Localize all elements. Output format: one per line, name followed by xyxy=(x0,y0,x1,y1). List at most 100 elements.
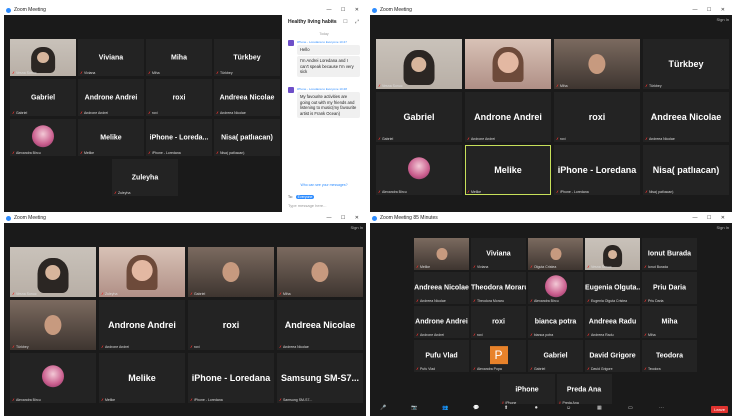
participant-label: ✗Zuleyha xyxy=(101,292,118,296)
toolbar-start-video-button[interactable]: 📷 xyxy=(411,406,417,411)
muted-mic-icon: ✗ xyxy=(644,367,647,371)
muted-mic-icon: ✗ xyxy=(587,367,590,371)
toolbar-more-button[interactable]: ⋯ xyxy=(659,406,664,411)
participant-tile-viviana[interactable]: Viviana ✗Viviana xyxy=(471,238,526,270)
participant-tile-alexandra-bircu[interactable]: ✗Alexandra Bircu xyxy=(10,119,76,156)
participant-tile-vesna-sonuc[interactable]: ✗Vesna Sonuc xyxy=(10,39,76,76)
toolbar-chat-button[interactable]: 💬 xyxy=(473,406,479,411)
participant-tile-andreea-nicolae[interactable]: Andreea Nicolae ✗Andreea Nicolae xyxy=(643,92,729,142)
participant-tile-zuleyha[interactable]: ✗Zuleyha xyxy=(99,247,185,297)
who-can-see-link[interactable]: Who can see your messages? xyxy=(286,183,362,187)
participant-tile-gabriel[interactable]: Gabriel ✗Gabriel xyxy=(528,340,583,372)
participant-tile-melike[interactable]: Melike ✗Melike xyxy=(78,119,144,156)
sign-in-link[interactable]: Sign In xyxy=(717,225,729,230)
window-controls[interactable]: — ☐ ✕ xyxy=(327,214,363,223)
participant-tile-alexandra-bircu[interactable]: ✗Alexandra Bircu xyxy=(10,353,96,403)
participant-tile-nisa-patl-acan[interactable]: Nisa( patlıacan) ✗Nisa( patlıacan) xyxy=(214,119,280,156)
chat-panel: Healthy living habits — ☐ ⤢ Today iPhone… xyxy=(282,15,366,212)
participant-tile-vesna-sonuc[interactable]: ✗Vesna Sonuc xyxy=(585,238,640,270)
leave-button[interactable]: Leave xyxy=(711,406,728,413)
participant-tile-miha[interactable]: ✗Miha xyxy=(554,39,640,89)
sign-in-link[interactable]: Sign In xyxy=(717,17,729,22)
toolbar-reactions-button[interactable]: ☺ xyxy=(566,406,571,411)
muted-mic-icon: ✗ xyxy=(279,292,282,296)
participant-tile-iphone-loredana[interactable]: iPhone - Loredana ✗iPhone - Loredana xyxy=(554,145,640,195)
participant-tile-iphone-loreda[interactable]: iPhone - Loreda... ✗iPhone - Loredana xyxy=(146,119,212,156)
chat-input[interactable]: Type message here... xyxy=(288,203,360,208)
toolbar-participants-button[interactable]: 👥 xyxy=(442,406,448,411)
participant-tile-androne-andrei[interactable]: Androne Andrei ✗Androne Andrei xyxy=(465,92,551,142)
participant-tile-gabriel[interactable]: Gabriel ✗Gabriel xyxy=(10,79,76,116)
window-controls[interactable]: — ☐ ✕ xyxy=(693,6,729,15)
participant-tile-melike[interactable]: Melike ✗Melike xyxy=(465,145,551,195)
participant-tile-gabriel[interactable]: ✗Gabriel xyxy=(188,247,274,297)
participant-tile-miha[interactable]: Miha ✗Miha xyxy=(642,306,697,338)
recipient-dropdown[interactable]: Everyone xyxy=(295,195,315,199)
toolbar-apps-button[interactable]: ▦ xyxy=(597,406,602,411)
participant-tile-roxi[interactable]: roxi ✗roxi xyxy=(554,92,640,142)
participant-tile-preda-ana[interactable]: Preda Ana ✗Preda Ana xyxy=(556,374,612,406)
participant-tile-vesna-sonuc[interactable]: ✗Vesna Sonuc xyxy=(376,39,462,89)
participant-tile-t-rkbey[interactable]: Türkbey ✗Türkbey xyxy=(643,39,729,89)
participant-tile-andreea-nicolae[interactable]: Andreea Nicolae ✗Andreea Nicolae xyxy=(277,300,363,350)
participant-tile-andreea-nicolae[interactable]: Andreea Nicolae ✗Andreea Nicolae xyxy=(214,79,280,116)
participant-tile-samsung-sm-s7[interactable]: Samsung SM-S7... ✗Samsung SM-S7... xyxy=(277,353,363,403)
participant-tile-androne-andrei[interactable]: Androne Andrei ✗Androne Andrei xyxy=(78,79,144,116)
participant-tile-teodora[interactable]: Teodora ✗Teodora xyxy=(642,340,697,372)
participant-tile-andreea-nicolae[interactable]: Andreea Nicolae ✗Andreea Nicolae xyxy=(414,272,469,304)
participant-tile-andreea-radu[interactable]: Andreea Radu ✗Andreea Radu xyxy=(585,306,640,338)
participant-label: ✗Alexandra Bircu xyxy=(12,398,41,402)
participant-tile-roxi[interactable]: roxi ✗roxi xyxy=(146,79,212,116)
participant-name: Teodora xyxy=(655,352,684,360)
participant-tile-pufu-vlad[interactable]: Pufu Vlad ✗Pufu Vlad xyxy=(414,340,469,372)
chat-panel-controls[interactable]: — ☐ ⤢ xyxy=(331,19,362,25)
participant-tile-bianca-potra[interactable]: bianca potra ✗bianca potra xyxy=(528,306,583,338)
participant-tile-viviana[interactable]: Viviana ✗Viviana xyxy=(78,39,144,76)
toolbar-record-button[interactable]: ⏺ xyxy=(535,406,538,411)
participant-tile-roxi[interactable]: roxi ✗roxi xyxy=(471,306,526,338)
sign-in-link[interactable]: Sign In xyxy=(351,225,363,230)
muted-mic-icon: ✗ xyxy=(279,345,282,349)
participant-tile-roxi[interactable]: roxi ✗roxi xyxy=(188,300,274,350)
participant-tile-alexandra-bircu[interactable]: ✗Alexandra Bircu xyxy=(528,272,583,304)
muted-mic-icon: ✗ xyxy=(12,71,15,75)
chat-recipient[interactable]: To: Everyone xyxy=(288,195,315,199)
profile-picture xyxy=(544,275,567,298)
participant-name: Gabriel xyxy=(543,352,568,360)
toolbar-whiteboards-button[interactable]: ▭ xyxy=(628,406,633,411)
participant-label: ✗roxi xyxy=(148,111,158,115)
toolbar-share-screen-button[interactable]: ⬆ xyxy=(504,406,508,411)
participant-tile-eugenia-olguta[interactable]: Eugenia Olguta... ✗Eugenia Olguta Cristea xyxy=(585,272,640,304)
participant-tile-nisa-patl-acan[interactable]: Nisa( patlıacan) ✗Nisa( patlıacan) xyxy=(643,145,729,195)
participant-tile-alexandra-bircu[interactable]: ✗Alexandra Bircu xyxy=(376,145,462,195)
participant-tile-vesna-sonuc[interactable]: ✗Vesna Sonuc xyxy=(10,247,96,297)
participant-tile-david-grigore[interactable]: David Grigore ✗David Grigore xyxy=(585,340,640,372)
participant-tile-t-rkbey[interactable]: ✗Türkbey xyxy=(10,300,96,350)
participant-tile-melike[interactable]: ✗Melike xyxy=(414,238,469,270)
participant-tile-miha[interactable]: ✗Miha xyxy=(277,247,363,297)
participant-tile-viviana[interactable] xyxy=(465,39,551,89)
participant-tile-iphone[interactable]: iPhone ✗iPhone xyxy=(499,374,555,406)
toolbar-unmute-button[interactable]: 🎤 xyxy=(380,406,386,411)
participant-tile-androne-andrei[interactable]: Androne Andrei ✗Androne Andrei xyxy=(99,300,185,350)
participant-label: ✗Alexandra Popa xyxy=(473,367,502,371)
participant-tile-priu-daria[interactable]: Priu Daria ✗Priu Daria xyxy=(642,272,697,304)
participant-tile-ionut-burada[interactable]: Ionut Burada ✗Ionut Burada xyxy=(642,238,697,270)
participant-tile-melike[interactable]: Melike ✗Melike xyxy=(99,353,185,403)
participant-tile-olguta-cristea[interactable]: ✗Olguta Cristea xyxy=(528,238,583,270)
participant-tile-p[interactable]: P ✗Alexandra Popa xyxy=(471,340,526,372)
participant-tile-t-rkbey[interactable]: Türkbey ✗Türkbey xyxy=(214,39,280,76)
participant-tile-androne-andrei[interactable]: Androne Andrei ✗Androne Andrei xyxy=(414,306,469,338)
participant-tile-zuleyha[interactable]: Zuleyha ✗Zuleyha xyxy=(112,159,178,196)
muted-mic-icon: ✗ xyxy=(473,299,476,303)
participant-tile-gabriel[interactable]: Gabriel ✗Gabriel xyxy=(376,92,462,142)
window-controls[interactable]: — ☐ ✕ xyxy=(693,214,729,223)
muted-mic-icon: ✗ xyxy=(645,84,648,88)
participant-label: ✗Alexandra Bircu xyxy=(12,151,41,155)
participant-tile-iphone-loredana[interactable]: iPhone - Loredana ✗iPhone - Loredana xyxy=(188,353,274,403)
window-controls[interactable]: — ☐ ✕ xyxy=(327,6,363,15)
participant-tile-theodora-moraru[interactable]: Theodora Moraru ✗Theodora Moraru xyxy=(471,272,526,304)
participant-video xyxy=(376,39,462,89)
muted-mic-icon: ✗ xyxy=(12,292,15,296)
participant-tile-miha[interactable]: Miha ✗Miha xyxy=(146,39,212,76)
